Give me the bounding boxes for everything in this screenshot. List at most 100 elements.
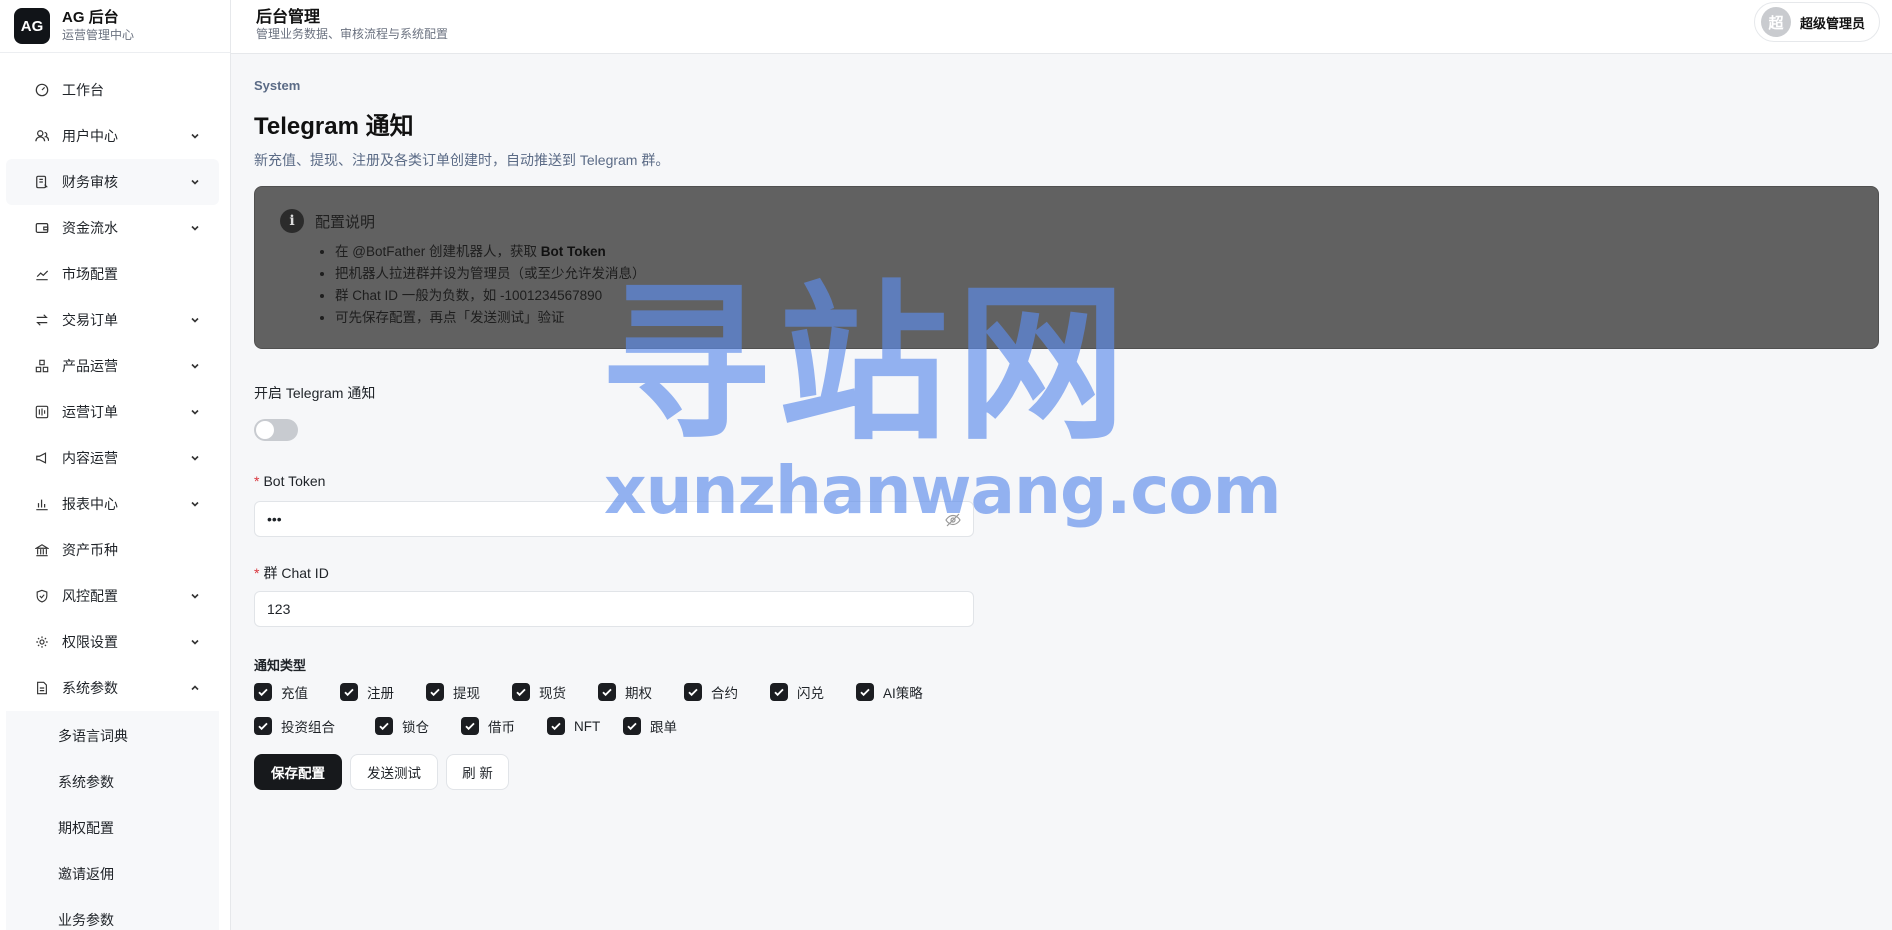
gear-icon (34, 634, 50, 650)
checkbox-label: 跟单 (650, 720, 677, 735)
checkbox-portfolio[interactable]: 投资组合 (254, 716, 375, 736)
checkbox-contract[interactable]: 合约 (684, 682, 770, 702)
checkbox-nft[interactable]: NFT (547, 717, 623, 735)
checkbox-label: 提现 (453, 686, 480, 701)
sidebar-item-permissions[interactable]: 权限设置 (0, 619, 231, 665)
eye-off-icon[interactable] (945, 512, 961, 528)
checkbox-flash-swap[interactable]: 闪兑 (770, 682, 856, 702)
checkbox-copy-trade[interactable]: 跟单 (623, 716, 709, 736)
checkbox-checked-icon (426, 683, 444, 701)
product-icon (34, 358, 50, 374)
checkbox-register[interactable]: 注册 (340, 682, 426, 702)
enable-telegram-label: 开启 Telegram 通知 (254, 385, 376, 401)
checkbox-options[interactable]: 期权 (598, 682, 684, 702)
shield-icon (34, 588, 50, 604)
avatar: 超 (1760, 7, 1791, 37)
checkbox-label: 闪兑 (797, 686, 824, 701)
user-name: 超级管理员 (1799, 15, 1865, 31)
chevron-down-icon (189, 314, 201, 326)
sidebar-item-users[interactable]: 用户中心 (0, 113, 231, 159)
sidebar-item-trade-orders[interactable]: 交易订单 (0, 297, 231, 343)
sidebar-item-label: 系统参数 (62, 680, 118, 696)
chevron-down-icon (189, 590, 201, 602)
bank-icon (34, 542, 50, 558)
chevron-down-icon (189, 452, 201, 464)
sidebar-item-label: 交易订单 (62, 312, 118, 328)
user-menu[interactable]: 超 超级管理员 (1753, 2, 1880, 42)
sidebar-item-label: 资产币种 (62, 542, 118, 558)
sidebar-item-risk-config[interactable]: 风控配置 (0, 573, 231, 619)
chevron-down-icon (189, 360, 201, 372)
chevron-down-icon (189, 636, 201, 648)
info-item: 在 @BotFather 创建机器人，获取 Bot Token (335, 241, 646, 263)
refresh-button[interactable]: 刷 新 (446, 754, 509, 790)
info-item: 可先保存配置，再点「发送测试」验证 (335, 307, 646, 329)
info-item-text: 在 @BotFather 创建机器人，获取 (335, 244, 541, 259)
sidebar-subitem-i18n-dictionary[interactable]: 多语言词典 (6, 713, 219, 759)
sidebar-item-product-ops[interactable]: 产品运营 (0, 343, 231, 389)
chevron-down-icon (189, 222, 201, 234)
send-test-button[interactable]: 发送测试 (350, 754, 438, 790)
sidebar-item-label: 运营订单 (62, 404, 118, 420)
document-icon (34, 680, 50, 696)
users-icon (34, 128, 50, 144)
report-icon (34, 496, 50, 512)
required-mark: * (254, 473, 260, 489)
bot-token-input[interactable]: ••• (254, 501, 974, 537)
sidebar-item-label: 用户中心 (62, 128, 118, 144)
system-params-submenu: 多语言词典 系统参数 期权配置 邀请返佣 业务参数 (6, 711, 219, 930)
checkbox-label: 借币 (488, 720, 515, 735)
dashboard-icon (34, 82, 50, 98)
checkbox-checked-icon (598, 683, 616, 701)
checkbox-checked-icon (461, 717, 479, 735)
sidebar-subitem-business-params[interactable]: 业务参数 (6, 897, 219, 930)
checkbox-checked-icon (254, 717, 272, 735)
info-item-bold: Bot Token (540, 244, 606, 259)
checkbox-borrow[interactable]: 借币 (461, 716, 547, 736)
notify-types-label: 通知类型 (254, 658, 307, 673)
sidebar-item-fund-flow[interactable]: 资金流水 (0, 205, 231, 251)
sidebar-item-market-config[interactable]: 市场配置 (0, 251, 231, 297)
sidebar-item-label: 财务审核 (62, 174, 118, 190)
checkbox-checked-icon (375, 717, 393, 735)
enable-telegram-toggle[interactable] (254, 419, 298, 441)
sidebar-subitem-system-params[interactable]: 系统参数 (6, 759, 219, 805)
top-header: 后台管理 管理业务数据、审核流程与系统配置 超 超级管理员 (231, 0, 1892, 54)
checkbox-checked-icon (770, 683, 788, 701)
sidebar: AG AG 后台 运营管理中心 工作台 用户中心 财务审核 资金流水 市场配置 … (0, 0, 231, 930)
bot-token-label-text: Bot Token (263, 473, 326, 489)
checkbox-recharge[interactable]: 充值 (254, 682, 340, 702)
exchange-icon (34, 312, 50, 328)
sidebar-item-ops-orders[interactable]: 运营订单 (0, 389, 231, 435)
info-icon: i (280, 209, 304, 233)
sidebar-item-content-ops[interactable]: 内容运营 (0, 435, 231, 481)
ops-order-icon (34, 404, 50, 420)
brand-title: AG 后台 (62, 9, 119, 27)
market-icon (34, 266, 50, 282)
sidebar-subitem-invite-rebate[interactable]: 邀请返佣 (6, 851, 219, 897)
sidebar-item-label: 风控配置 (62, 588, 118, 604)
checkbox-checked-icon (856, 683, 874, 701)
brand[interactable]: AG AG 后台 运营管理中心 (0, 0, 230, 53)
sidebar-item-dashboard[interactable]: 工作台 (0, 67, 231, 113)
sidebar-nav: 工作台 用户中心 财务审核 资金流水 市场配置 交易订单 产品运营 运营订单 内… (0, 67, 231, 930)
chat-id-label-text: 群 Chat ID (263, 565, 329, 581)
sidebar-item-reports[interactable]: 报表中心 (0, 481, 231, 527)
checkbox-spot[interactable]: 现货 (512, 682, 598, 702)
checkbox-label: 注册 (367, 686, 394, 701)
chat-id-input[interactable]: 123 (254, 591, 974, 627)
save-config-button[interactable]: 保存配置 (254, 754, 342, 790)
checkbox-label: AI策略 (883, 686, 923, 701)
checkbox-label: 现货 (539, 686, 566, 701)
sidebar-item-asset-currency[interactable]: 资产币种 (0, 527, 231, 573)
checkbox-label: 合约 (711, 686, 738, 701)
checkbox-withdraw[interactable]: 提现 (426, 682, 512, 702)
sidebar-subitem-options-config[interactable]: 期权配置 (6, 805, 219, 851)
checkbox-lockup[interactable]: 锁仓 (375, 716, 461, 736)
sidebar-item-finance-audit[interactable]: 财务审核 (6, 159, 219, 205)
chevron-down-icon (189, 176, 201, 188)
sidebar-item-system-params[interactable]: 系统参数 (0, 665, 231, 711)
info-item: 把机器人拉进群并设为管理员（或至少允许发消息） (335, 263, 646, 285)
checkbox-ai-strategy[interactable]: AI策略 (856, 682, 946, 702)
sidebar-item-label: 报表中心 (62, 496, 118, 512)
